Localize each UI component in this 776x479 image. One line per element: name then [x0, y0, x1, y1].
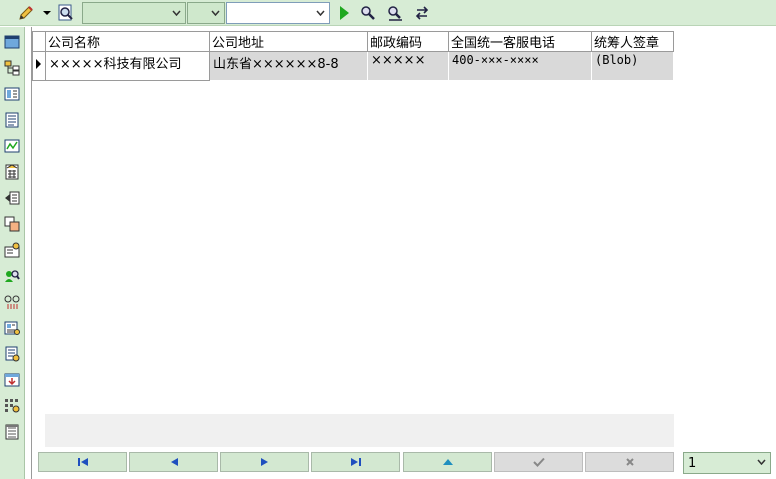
data-grid-frame: [31, 27, 776, 479]
chart-icon[interactable]: [3, 137, 21, 155]
import-icon[interactable]: [3, 371, 21, 389]
form-icon[interactable]: [3, 85, 21, 103]
first-record-icon: [77, 458, 88, 466]
list-settings-icon[interactable]: [3, 345, 21, 363]
calculator-icon[interactable]: [3, 163, 21, 181]
cell-signature[interactable]: (Blob): [591, 51, 674, 81]
prior-record-icon: [170, 458, 178, 466]
top-toolbar: [0, 0, 776, 26]
edit-record-icon: [442, 459, 453, 465]
cancel-record-button[interactable]: [585, 452, 674, 472]
chevron-down-icon[interactable]: [207, 3, 224, 23]
hierarchy-icon[interactable]: [3, 59, 21, 77]
column-header-company-name[interactable]: 公司名称: [45, 31, 210, 52]
column-header-postal-code[interactable]: 邮政编码: [367, 31, 449, 52]
close-icon: [625, 458, 634, 466]
page-select-value: 1: [688, 455, 697, 471]
combo-field-2-value: [188, 3, 207, 23]
cell-company-address[interactable]: 山东省××××××8-8: [209, 51, 368, 81]
column-header-service-phone[interactable]: 全国统一客服电话: [448, 31, 592, 52]
combo-field-1-value: [83, 3, 168, 23]
prior-record-button[interactable]: [129, 452, 218, 472]
table-row[interactable]: ×××××科技有限公司 山东省××××××8-8 ××××× 400-×××-×…: [32, 51, 674, 81]
post-record-button[interactable]: [494, 452, 583, 472]
combo-field-3-value: [227, 3, 312, 23]
cell-postal-code[interactable]: ×××××: [367, 51, 449, 81]
export-icon[interactable]: [3, 189, 21, 207]
last-record-icon: [350, 458, 361, 466]
combo-field-2[interactable]: [187, 2, 225, 24]
next-record-icon: [260, 458, 268, 466]
print-icon[interactable]: [3, 423, 21, 441]
last-record-button[interactable]: [311, 452, 400, 472]
grid-empty-area: [45, 414, 674, 447]
preview-icon[interactable]: [56, 3, 76, 23]
current-row-indicator-icon: [32, 51, 46, 81]
settings-icon[interactable]: [3, 241, 21, 259]
combo-field-1[interactable]: [82, 2, 186, 24]
user-search-icon[interactable]: [3, 267, 21, 285]
dropdown-arrow-icon[interactable]: [40, 3, 54, 23]
column-header-signature[interactable]: 统筹人签章: [591, 31, 674, 52]
column-header-company-address[interactable]: 公司地址: [209, 31, 368, 52]
run-icon[interactable]: [335, 3, 353, 23]
chevron-down-icon[interactable]: [312, 3, 329, 23]
cell-company-name[interactable]: ×××××科技有限公司: [45, 51, 210, 81]
layers-icon[interactable]: [3, 215, 21, 233]
left-sidebar: [0, 27, 25, 479]
combo-field-3[interactable]: [226, 2, 330, 24]
grid-settings-icon[interactable]: [3, 397, 21, 415]
edit-record-button[interactable]: [403, 452, 492, 472]
first-record-button[interactable]: [38, 452, 127, 472]
chevron-down-icon[interactable]: [168, 3, 185, 23]
row-indicator-header: [32, 31, 46, 52]
find-icon[interactable]: [358, 3, 378, 23]
link-icon[interactable]: [3, 293, 21, 311]
document-icon[interactable]: [3, 111, 21, 129]
chevron-down-icon[interactable]: [753, 458, 770, 468]
refresh-icon[interactable]: [412, 3, 432, 23]
cell-service-phone[interactable]: 400-×××-××××: [448, 51, 592, 81]
window-icon[interactable]: [3, 33, 21, 51]
data-grid: 公司名称 公司地址 邮政编码 全国统一客服电话 统筹人签章 ×××××科技有限公…: [32, 31, 674, 81]
page-select[interactable]: 1: [683, 452, 771, 474]
find-next-icon[interactable]: [385, 3, 405, 23]
pencil-icon[interactable]: [16, 3, 36, 23]
next-record-button[interactable]: [220, 452, 309, 472]
check-icon: [532, 457, 545, 467]
report-icon[interactable]: [3, 319, 21, 337]
grid-header-row: 公司名称 公司地址 邮政编码 全国统一客服电话 统筹人签章: [32, 31, 674, 52]
